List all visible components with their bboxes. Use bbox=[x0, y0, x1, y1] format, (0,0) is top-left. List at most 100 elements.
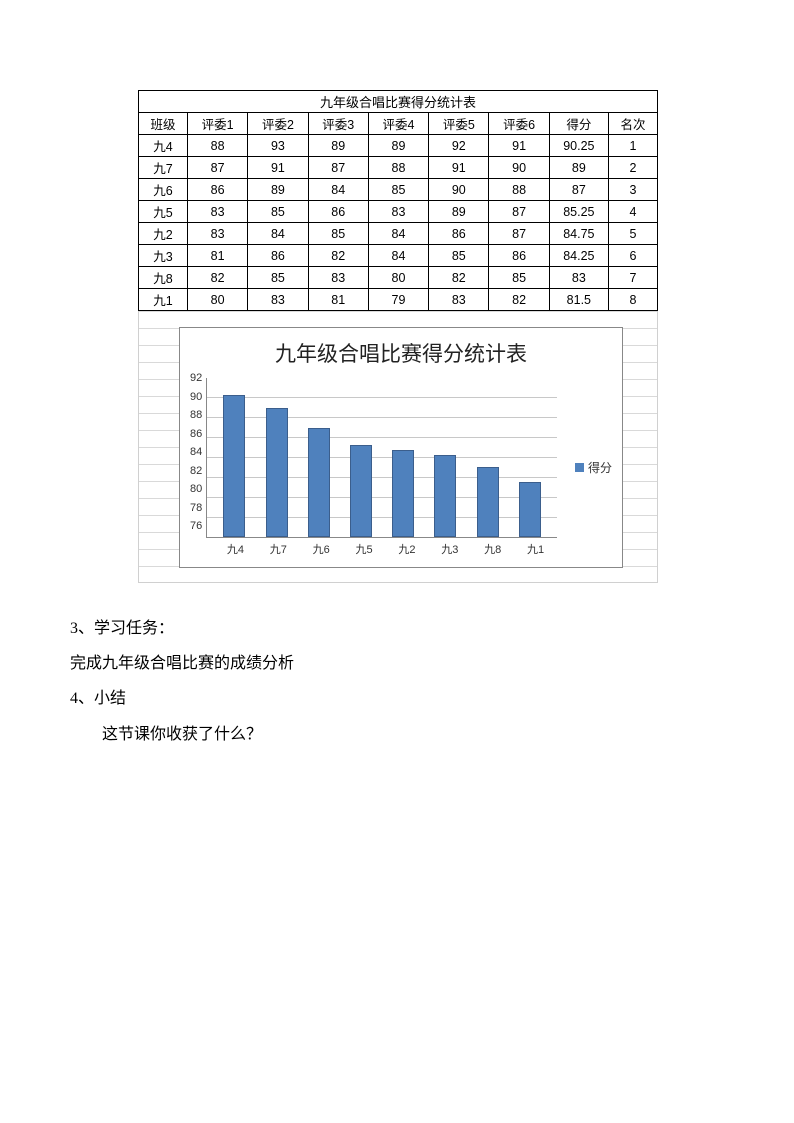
table-cell: 5 bbox=[608, 223, 657, 245]
bar-slot bbox=[298, 378, 340, 537]
legend-label: 得分 bbox=[588, 459, 612, 476]
table-header-row: 班级 评委1 评委2 评委3 评委4 评委5 评委6 得分 名次 bbox=[139, 113, 658, 135]
th-j6: 评委6 bbox=[489, 113, 549, 135]
table-cell: 85 bbox=[429, 245, 489, 267]
table-cell: 85 bbox=[368, 179, 428, 201]
body-text: 3、学习任务： 完成九年级合唱比赛的成绩分析 4、小结 这节课你收获了什么？ bbox=[70, 611, 724, 752]
table-cell: 86 bbox=[429, 223, 489, 245]
table-cell: 87 bbox=[549, 179, 608, 201]
chart-title: 九年级合唱比赛得分统计表 bbox=[190, 338, 612, 368]
th-j1: 评委1 bbox=[187, 113, 247, 135]
bar bbox=[350, 445, 372, 537]
table-cell: 89 bbox=[549, 157, 608, 179]
table-cell: 85 bbox=[248, 201, 308, 223]
table-cell: 九7 bbox=[139, 157, 188, 179]
table-cell: 83 bbox=[549, 267, 608, 289]
table-cell: 84.25 bbox=[549, 245, 608, 267]
table-row: 九488938989929190.251 bbox=[139, 135, 658, 157]
table-cell: 85 bbox=[489, 267, 549, 289]
bar-slot bbox=[340, 378, 382, 537]
y-tick: 76 bbox=[190, 520, 202, 532]
spreadsheet-block: 九年级合唱比赛得分统计表 班级 评委1 评委2 评委3 评委4 评委5 评委6 … bbox=[138, 90, 658, 583]
chart: 九年级合唱比赛得分统计表 929088868482807876 九4九7九6九5… bbox=[179, 327, 623, 568]
th-j5: 评委5 bbox=[429, 113, 489, 135]
table-cell: 90 bbox=[489, 157, 549, 179]
table-cell: 8 bbox=[608, 289, 657, 311]
bar-slot bbox=[424, 378, 466, 537]
table-row: 九583858683898785.254 bbox=[139, 201, 658, 223]
y-tick: 82 bbox=[190, 465, 202, 477]
y-tick: 88 bbox=[190, 409, 202, 421]
table-cell: 3 bbox=[608, 179, 657, 201]
table-cell: 88 bbox=[489, 179, 549, 201]
table-cell: 81 bbox=[187, 245, 247, 267]
bar-slot bbox=[213, 378, 255, 537]
table-cell: 93 bbox=[248, 135, 308, 157]
bar bbox=[308, 428, 330, 537]
table-cell: 4 bbox=[608, 201, 657, 223]
th-class: 班级 bbox=[139, 113, 188, 135]
bar bbox=[266, 408, 288, 537]
th-j2: 评委2 bbox=[248, 113, 308, 135]
table-cell: 83 bbox=[308, 267, 368, 289]
table-row: 九180838179838281.58 bbox=[139, 289, 658, 311]
table-cell: 89 bbox=[368, 135, 428, 157]
y-tick: 90 bbox=[190, 391, 202, 403]
table-cell: 九4 bbox=[139, 135, 188, 157]
legend-swatch bbox=[575, 463, 584, 472]
table-cell: 81.5 bbox=[549, 289, 608, 311]
table-cell: 79 bbox=[368, 289, 428, 311]
table-cell: 87 bbox=[489, 201, 549, 223]
table-cell: 85 bbox=[248, 267, 308, 289]
page: 九年级合唱比赛得分统计表 班级 评委1 评委2 评委3 评委4 评委5 评委6 … bbox=[0, 0, 794, 752]
table-cell: 83 bbox=[368, 201, 428, 223]
table-cell: 88 bbox=[368, 157, 428, 179]
table-cell: 85.25 bbox=[549, 201, 608, 223]
y-tick: 86 bbox=[190, 428, 202, 440]
table-cell: 九8 bbox=[139, 267, 188, 289]
table-cell: 86 bbox=[248, 245, 308, 267]
bar bbox=[223, 395, 245, 537]
table-row: 九6868984859088873 bbox=[139, 179, 658, 201]
table-cell: 87 bbox=[489, 223, 549, 245]
th-score: 得分 bbox=[549, 113, 608, 135]
bar bbox=[477, 467, 499, 537]
table-cell: 88 bbox=[187, 135, 247, 157]
table-cell: 1 bbox=[608, 135, 657, 157]
table-cell: 九6 bbox=[139, 179, 188, 201]
table-row: 九7879187889190892 bbox=[139, 157, 658, 179]
table-cell: 84.75 bbox=[549, 223, 608, 245]
table-cell: 87 bbox=[187, 157, 247, 179]
x-label: 九7 bbox=[257, 538, 300, 557]
bar-slot bbox=[255, 378, 297, 537]
para-summary-heading: 4、小结 bbox=[70, 681, 724, 716]
th-j4: 评委4 bbox=[368, 113, 428, 135]
table-cell: 7 bbox=[608, 267, 657, 289]
table-cell: 80 bbox=[187, 289, 247, 311]
table-title: 九年级合唱比赛得分统计表 bbox=[139, 91, 658, 113]
bar bbox=[434, 455, 456, 537]
x-label: 九1 bbox=[514, 538, 557, 557]
x-label: 九6 bbox=[300, 538, 343, 557]
bar bbox=[519, 482, 541, 537]
legend: 得分 bbox=[557, 459, 612, 476]
table-cell: 92 bbox=[429, 135, 489, 157]
plot-area bbox=[206, 378, 557, 538]
table-cell: 九2 bbox=[139, 223, 188, 245]
table-cell: 九3 bbox=[139, 245, 188, 267]
th-j3: 评委3 bbox=[308, 113, 368, 135]
bar-slot bbox=[509, 378, 551, 537]
y-tick: 84 bbox=[190, 446, 202, 458]
table-cell: 91 bbox=[429, 157, 489, 179]
table-title-row: 九年级合唱比赛得分统计表 bbox=[139, 91, 658, 113]
table-cell: 86 bbox=[308, 201, 368, 223]
table-cell: 81 bbox=[308, 289, 368, 311]
table-cell: 82 bbox=[489, 289, 549, 311]
bar bbox=[392, 450, 414, 537]
chart-plot: 929088868482807876 九4九7九6九5九2九3九8九1 bbox=[190, 378, 557, 557]
table-cell: 89 bbox=[308, 135, 368, 157]
table-cell: 86 bbox=[187, 179, 247, 201]
para-summary-body: 这节课你收获了什么？ bbox=[70, 717, 724, 752]
bar-slot bbox=[382, 378, 424, 537]
table-cell: 87 bbox=[308, 157, 368, 179]
